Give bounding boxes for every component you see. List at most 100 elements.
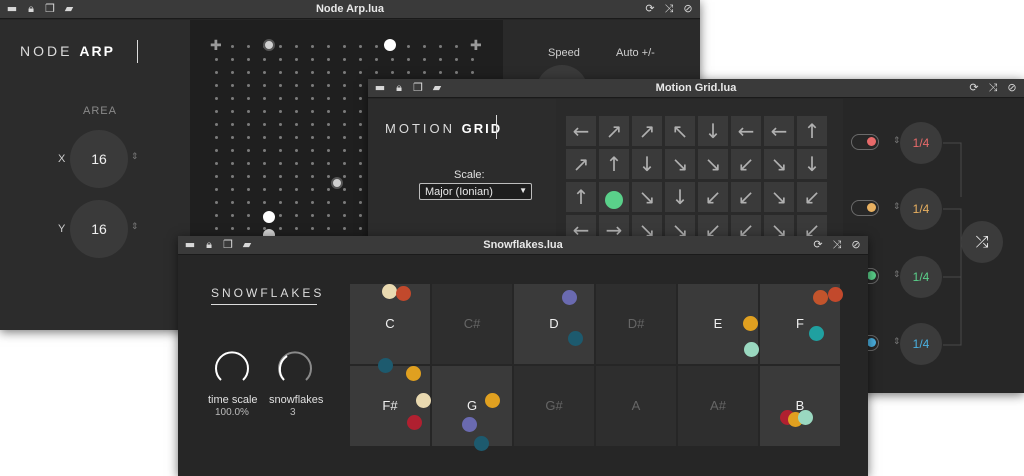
grid-dot	[247, 97, 250, 100]
grid-dot	[247, 110, 250, 113]
note-pad[interactable]: G#	[514, 366, 594, 446]
shuffle-small-icon[interactable]: ⤨	[663, 3, 675, 15]
note-label: G	[466, 398, 478, 413]
note-pad[interactable]: C#	[432, 284, 512, 364]
add-node-icon[interactable]: ✚	[210, 37, 222, 54]
x-knob[interactable]: 16	[70, 130, 128, 188]
arrow-cell[interactable]: ↙	[698, 182, 728, 212]
note-label: A#	[710, 398, 726, 413]
arrow-cell[interactable]: ↓	[632, 149, 662, 179]
grid-dot	[327, 84, 330, 87]
arrow-cell[interactable]: ↓	[698, 116, 728, 146]
y-stepper-icon[interactable]: ⇕	[131, 221, 139, 232]
snowflake-particle	[568, 331, 583, 346]
grid-dot	[279, 58, 282, 61]
arrow-cell[interactable]: ↓	[665, 182, 695, 212]
disable-icon[interactable]: ⊘	[1006, 82, 1018, 94]
grid-dot	[279, 123, 282, 126]
motion-grid-titlebar: ▬ 🔒︎ ❐ ▰ Motion Grid.lua ⟳ ⤨ ⊘	[368, 79, 1024, 98]
arrow-cell[interactable]: ↑	[797, 116, 827, 146]
grid-dot	[231, 175, 234, 178]
snowflake-particle	[813, 290, 828, 305]
arrow-cell[interactable]: ←	[731, 116, 761, 146]
grid-dot	[327, 123, 330, 126]
add-node-icon-right[interactable]: ✚	[470, 37, 482, 54]
grid-dot	[247, 175, 250, 178]
grid-dot	[247, 123, 250, 126]
note-grid: C C# D D# E F F# G G# A A# B	[350, 284, 850, 452]
reload-icon[interactable]: ⟳	[644, 3, 656, 15]
grid-dot	[407, 58, 410, 61]
grid-dot	[359, 149, 362, 152]
arrow-cell[interactable]: ↖	[665, 116, 695, 146]
arrow-cell[interactable]: ←	[566, 116, 596, 146]
grid-dot	[327, 58, 330, 61]
reload-icon[interactable]: ⟳	[968, 82, 980, 94]
y-knob[interactable]: 16	[70, 200, 128, 258]
arrow-cell[interactable]: ↑	[599, 149, 629, 179]
grid-dot	[215, 136, 218, 139]
grid-dot	[295, 71, 298, 74]
arrow-cell[interactable]: ↗	[599, 116, 629, 146]
grid-dot	[343, 97, 346, 100]
grid-dot	[343, 188, 346, 191]
grid-dot	[375, 71, 378, 74]
snowflakes-knob[interactable]	[275, 347, 315, 387]
grid-dot	[343, 175, 346, 178]
node-dot[interactable]	[384, 39, 396, 51]
arrow-cell[interactable]: ↗	[632, 116, 662, 146]
grid-dot	[231, 136, 234, 139]
grid-dot	[327, 136, 330, 139]
arrow-cell[interactable]: ↘	[665, 149, 695, 179]
note-pad[interactable]: A	[596, 366, 676, 446]
node-dot[interactable]	[263, 39, 275, 51]
note-pad[interactable]: D#	[596, 284, 676, 364]
shuffle-button[interactable]: ⤮	[961, 221, 1003, 263]
grid-dot	[343, 149, 346, 152]
snowflake-particle	[406, 366, 421, 381]
arrow-cell[interactable]: ←	[764, 116, 794, 146]
node-dot[interactable]	[263, 211, 275, 223]
time-scale-knob[interactable]	[212, 347, 252, 387]
x-stepper-icon[interactable]: ⇕	[131, 151, 139, 162]
reload-icon[interactable]: ⟳	[812, 239, 824, 251]
arrow-cell[interactable]: ↘	[764, 182, 794, 212]
arrow-cell[interactable]: ↘	[764, 149, 794, 179]
node-dot[interactable]	[331, 177, 343, 189]
auto-label: Auto +/-	[616, 47, 655, 59]
disable-icon[interactable]: ⊘	[850, 239, 862, 251]
arrow-cell[interactable]: ↘	[632, 182, 662, 212]
disable-icon[interactable]: ⊘	[682, 3, 694, 15]
arrow-cell[interactable]: ↑	[566, 182, 596, 212]
grid-dot	[247, 84, 250, 87]
grid-dot	[343, 84, 346, 87]
grid-dot	[295, 58, 298, 61]
snowflake-particle	[416, 393, 431, 408]
grid-dot	[247, 45, 250, 48]
note-pad[interactable]: D	[514, 284, 594, 364]
snowflakes-titlebar: ▬ 🔒︎ ❐ ▰ Snowflakes.lua ⟳ ⤨ ⊘	[178, 236, 868, 255]
arrow-cell[interactable]: ↙	[731, 149, 761, 179]
arrow-cell[interactable]: ↙	[731, 182, 761, 212]
grid-dot	[215, 58, 218, 61]
grid-dot	[263, 188, 266, 191]
grid-dot	[215, 110, 218, 113]
note-pad[interactable]: B	[760, 366, 840, 446]
arrow-cell[interactable]: ↓	[797, 149, 827, 179]
grid-dot	[295, 110, 298, 113]
shuffle-small-icon[interactable]: ⤨	[831, 239, 843, 251]
arrow-cell[interactable]: ↗	[566, 149, 596, 179]
note-pad[interactable]: G	[432, 366, 512, 446]
arrow-cell[interactable]: ↘	[698, 149, 728, 179]
grid-dot	[231, 58, 234, 61]
note-pad[interactable]: A#	[678, 366, 758, 446]
grid-dot	[391, 71, 394, 74]
scale-select[interactable]: Major (Ionian) ▼	[419, 183, 532, 200]
shuffle-small-icon[interactable]: ⤨	[987, 82, 999, 94]
grid-dot	[439, 45, 442, 48]
grid-dot	[231, 110, 234, 113]
snowflake-particle	[798, 410, 813, 425]
logo-divider	[496, 115, 497, 139]
arrow-cell[interactable]: ↙	[797, 182, 827, 212]
grid-dot	[247, 149, 250, 152]
